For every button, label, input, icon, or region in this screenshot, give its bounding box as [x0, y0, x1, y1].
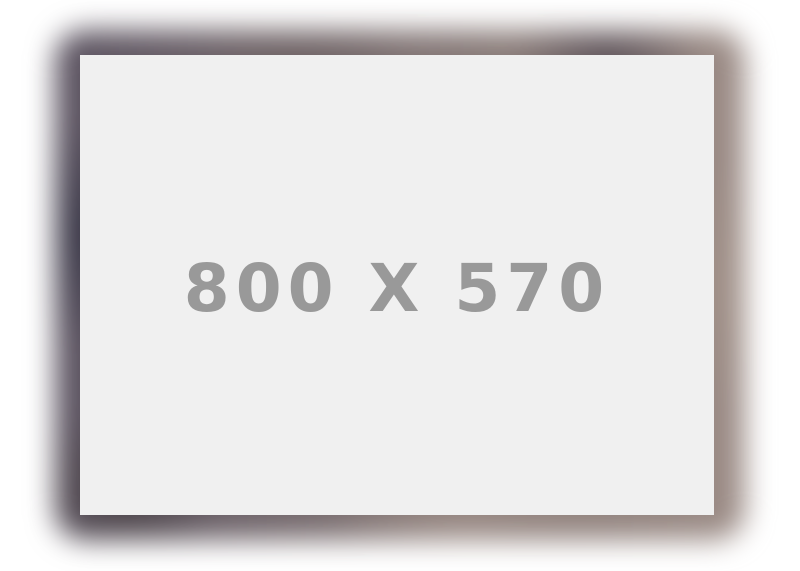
placeholder-image: 800 X 570 — [80, 55, 714, 515]
placeholder-dimensions-label: 800 X 570 — [183, 249, 611, 327]
image-canvas: 800 X 570 — [0, 0, 800, 571]
